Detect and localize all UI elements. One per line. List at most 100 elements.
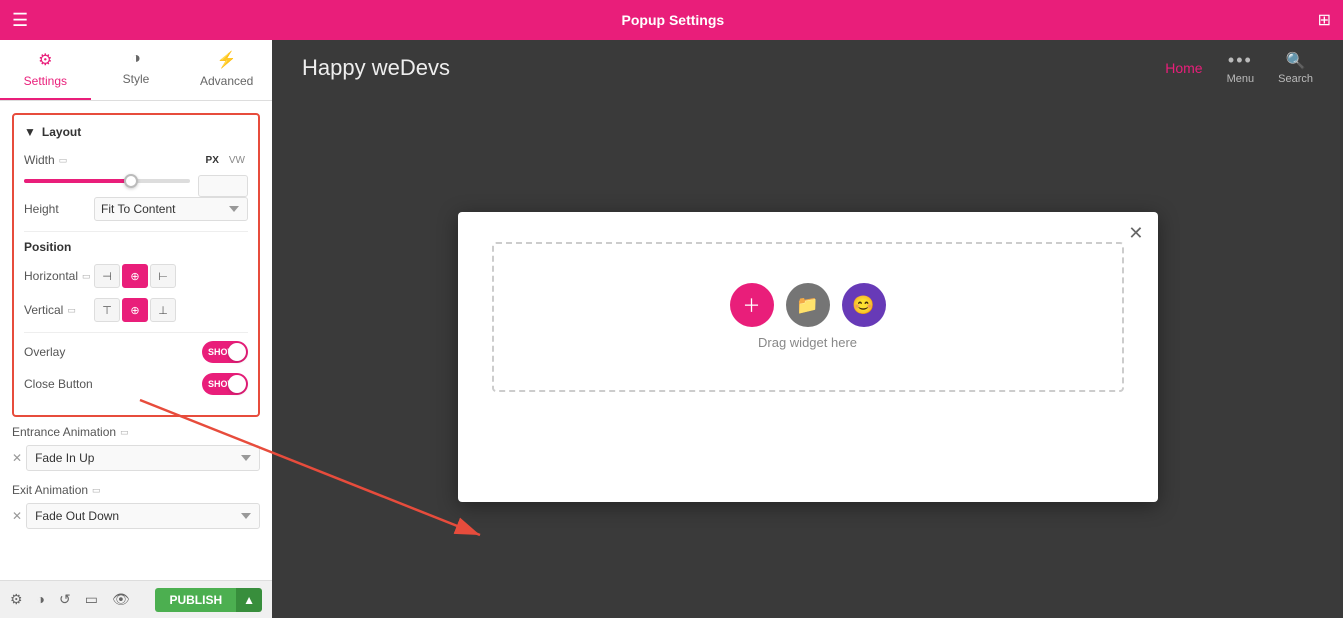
sidebar-tabs: ⚙ Settings ◑ Style ⚡ Advanced	[0, 40, 272, 101]
horizontal-monitor-icon: ▭	[82, 271, 91, 282]
slider-fill	[24, 179, 127, 183]
entrance-monitor-icon: ▭	[120, 427, 129, 438]
main-content: Happy weDevs Home ••• Menu 🔍 Search ✕ ＋ …	[272, 40, 1343, 618]
horizontal-align-group: ⊣ ⊕ ⊢	[94, 264, 176, 288]
height-row: Height Fit To Content Fixed Min Height	[24, 197, 248, 221]
bottom-gear-icon[interactable]: ⚙	[10, 591, 23, 608]
vertical-monitor-icon: ▭	[67, 305, 76, 316]
search-icon: 🔍	[1286, 51, 1306, 71]
unit-vw-button[interactable]: VW	[226, 154, 248, 167]
bottom-preview-icon[interactable]: 👁	[112, 591, 130, 608]
height-text: Height	[24, 202, 59, 216]
search-label: Search	[1278, 73, 1313, 85]
add-widget-icon[interactable]: ＋	[730, 283, 774, 327]
close-button-toggle[interactable]: SHOW	[202, 373, 248, 395]
close-button-toggle-text: SHOW	[208, 379, 236, 389]
align-center-button[interactable]: ⊕	[122, 264, 148, 288]
width-text: Width	[24, 153, 55, 167]
slider-thumb[interactable]	[124, 174, 138, 188]
layout-title: Layout	[42, 125, 81, 139]
bottom-icons: ⚙ ◑ ↺ ▭ 👁	[10, 591, 130, 608]
main-nav: Happy weDevs Home ••• Menu 🔍 Search	[272, 40, 1343, 95]
entrance-animation-section: Entrance Animation ▭ ✕ Fade In Up Fade I…	[12, 425, 260, 471]
drop-zone-text: Drag widget here	[758, 335, 857, 350]
exit-clear-button[interactable]: ✕	[12, 509, 22, 523]
exit-monitor-icon: ▭	[92, 485, 101, 496]
popup-close-button[interactable]: ✕	[1128, 224, 1143, 242]
exit-animation-label: Exit Animation ▭	[12, 483, 260, 497]
overlay-toggle[interactable]: SHOW	[202, 341, 248, 363]
align-middle-button[interactable]: ⊕	[122, 298, 148, 322]
layout-section: ▼ Layout Width ▭ PX VW	[12, 113, 260, 417]
unit-px-button[interactable]: PX	[203, 154, 222, 167]
horizontal-text: Horizontal	[24, 269, 78, 283]
exit-animation-section: Exit Animation ▭ ✕ Fade Out Down Fade Ou…	[12, 483, 260, 529]
divider-1	[24, 231, 248, 232]
publish-arrow-button[interactable]: ▲	[236, 588, 262, 612]
align-right-button[interactable]: ⊢	[150, 264, 176, 288]
horizontal-label: Horizontal ▭	[24, 269, 94, 283]
divider-2	[24, 332, 248, 333]
align-top-button[interactable]: ⊤	[94, 298, 120, 322]
horizontal-row: Horizontal ▭ ⊣ ⊕ ⊢	[24, 264, 248, 288]
entrance-animation-row: ✕ Fade In Up Fade In Down	[12, 445, 260, 471]
publish-button[interactable]: PUBLISH	[155, 588, 236, 612]
layout-section-header[interactable]: ▼ Layout	[24, 125, 248, 139]
width-label: Width ▭	[24, 153, 94, 167]
bottom-bar: ⚙ ◑ ↺ ▭ 👁 PUBLISH ▲	[0, 580, 272, 618]
tab-settings[interactable]: ⚙ Settings	[0, 40, 91, 100]
vertical-align-group: ⊤ ⊕ ⊥	[94, 298, 176, 322]
align-left-button[interactable]: ⊣	[94, 264, 120, 288]
advanced-tab-label: Advanced	[200, 74, 253, 88]
publish-group: PUBLISH ▲	[155, 588, 262, 612]
happy-addon-icon[interactable]: 😊	[842, 283, 886, 327]
layout-arrow-icon: ▼	[24, 125, 36, 139]
bottom-responsive-icon[interactable]: ▭	[85, 591, 98, 608]
style-tab-label: Style	[123, 72, 150, 86]
tab-style[interactable]: ◑ Style	[91, 40, 182, 100]
drop-zone-icons: ＋ 📁 😊	[730, 283, 886, 327]
slider-track	[24, 179, 190, 183]
width-slider-row: 800	[24, 175, 248, 197]
height-select[interactable]: Fit To Content Fixed Min Height	[94, 197, 248, 221]
sidebar: ⚙ Settings ◑ Style ⚡ Advanced ▼ Layout W…	[0, 40, 272, 618]
drop-zone: ＋ 📁 😊 Drag widget here	[492, 242, 1124, 392]
close-button-row: Close Button SHOW	[24, 373, 248, 395]
exit-animation-text: Exit Animation	[12, 483, 88, 497]
nav-links: Home ••• Menu 🔍 Search	[1165, 50, 1313, 85]
nav-search[interactable]: 🔍 Search	[1278, 51, 1313, 85]
overlay-label: Overlay	[24, 345, 65, 359]
overlay-toggle-text: SHOW	[208, 347, 236, 357]
width-row: Width ▭ PX VW	[24, 153, 248, 167]
popup: ✕ ＋ 📁 😊 Drag widget here	[458, 212, 1158, 502]
grid-icon[interactable]: ⊞	[1318, 10, 1331, 30]
style-tab-icon: ◑	[131, 50, 141, 68]
hamburger-icon[interactable]: ☰	[12, 10, 28, 31]
folder-icon[interactable]: 📁	[786, 283, 830, 327]
tab-advanced[interactable]: ⚡ Advanced	[181, 40, 272, 100]
entrance-animation-text: Entrance Animation	[12, 425, 116, 439]
position-title: Position	[24, 240, 248, 254]
exit-animation-select[interactable]: Fade Out Down Fade Out Up	[26, 503, 260, 529]
exit-animation-row: ✕ Fade Out Down Fade Out Up	[12, 503, 260, 529]
bottom-history-icon[interactable]: ↺	[59, 591, 71, 608]
width-input[interactable]: 800	[198, 175, 248, 197]
vertical-text: Vertical	[24, 303, 63, 317]
width-slider-container[interactable]	[24, 179, 190, 183]
menu-label: Menu	[1227, 73, 1255, 85]
nav-menu[interactable]: ••• Menu	[1227, 50, 1255, 85]
align-bottom-button[interactable]: ⊥	[150, 298, 176, 322]
advanced-tab-icon: ⚡	[217, 50, 237, 70]
site-title: Happy weDevs	[302, 55, 450, 81]
entrance-animation-select[interactable]: Fade In Up Fade In Down	[26, 445, 260, 471]
settings-tab-icon: ⚙	[38, 50, 52, 70]
bottom-layers-icon[interactable]: ◑	[37, 591, 45, 608]
nav-dots-icon: •••	[1228, 50, 1253, 71]
entrance-clear-button[interactable]: ✕	[12, 451, 22, 465]
sidebar-content: ▼ Layout Width ▭ PX VW	[0, 101, 272, 618]
header-bar: ☰ Popup Settings ⊞	[0, 0, 1343, 40]
width-units: PX VW	[203, 154, 248, 167]
nav-home-link[interactable]: Home	[1165, 60, 1202, 76]
close-button-label: Close Button	[24, 377, 93, 391]
vertical-label: Vertical ▭	[24, 303, 94, 317]
